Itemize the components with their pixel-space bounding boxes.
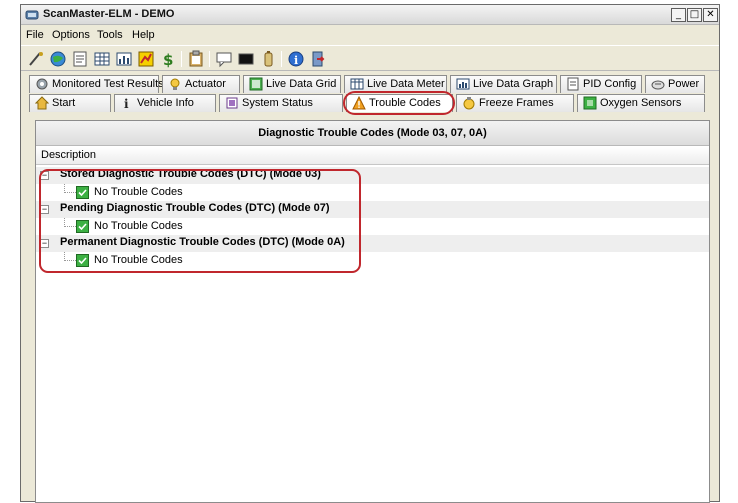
window-title: ScanMaster-ELM - DEMO	[43, 8, 175, 20]
battery-icon[interactable]	[259, 50, 277, 68]
info-icon: i	[124, 97, 129, 110]
home-icon	[35, 96, 49, 110]
tab-label: Live Data Graph	[473, 78, 554, 90]
toolbar-separator	[181, 51, 182, 67]
toolbar-separator	[209, 51, 210, 67]
gear-icon	[36, 78, 48, 90]
grid-icon	[249, 77, 263, 91]
menu-bar: File Options Tools Help	[21, 26, 719, 45]
app-window: ScanMaster-ELM - DEMO _ □ ✕ File Options…	[20, 4, 720, 503]
svg-text:$: $	[163, 51, 173, 68]
tab-freeze-frames[interactable]: Freeze Frames	[456, 94, 574, 112]
toolbar-separator	[281, 51, 282, 67]
tab-monitored-test-results[interactable]: Monitored Test Results	[29, 75, 164, 93]
close-button[interactable]: ✕	[703, 8, 718, 22]
tab-label: Power	[668, 78, 700, 90]
tab-label: Start	[52, 97, 76, 109]
meter-icon[interactable]	[115, 50, 133, 68]
trouble-codes-panel: Diagnostic Trouble Codes (Mode 03, 07, 0…	[35, 120, 710, 503]
meter-icon	[350, 78, 364, 90]
column-header-description[interactable]: Description	[36, 147, 709, 165]
tab-label: Actuator	[185, 78, 226, 90]
tab-label: Live Data Grid	[266, 78, 337, 90]
graph-icon	[456, 78, 470, 90]
chat-icon[interactable]	[215, 50, 233, 68]
tab-label: Oxygen Sensors	[600, 97, 682, 109]
tab-label: Monitored Test Results	[52, 78, 164, 90]
info-icon[interactable]: i	[287, 50, 305, 68]
annotation-highlight	[39, 169, 361, 273]
freeze-icon	[463, 97, 475, 110]
terminal-icon[interactable]	[237, 50, 255, 68]
tab-annotation-highlight	[343, 91, 455, 115]
tab-label: System Status	[242, 97, 313, 109]
chart-icon[interactable]	[137, 50, 155, 68]
tab-power[interactable]: Power	[645, 75, 705, 93]
grid-icon[interactable]	[93, 50, 111, 68]
exit-icon[interactable]	[309, 50, 327, 68]
tab-actuator[interactable]: Actuator	[162, 75, 240, 93]
sensor-icon	[583, 96, 597, 110]
tab-live-data-graph[interactable]: Live Data Graph	[450, 75, 557, 93]
tab-vehicle-info[interactable]: i Vehicle Info	[114, 94, 216, 112]
panel-header: Diagnostic Trouble Codes (Mode 03, 07, 0…	[36, 121, 709, 146]
tab-label: PID Config	[583, 78, 637, 90]
app-icon	[25, 10, 39, 20]
menu-options[interactable]: Options	[52, 29, 90, 41]
svg-text:i: i	[294, 54, 298, 67]
tab-label: Vehicle Info	[137, 97, 194, 109]
tab-start[interactable]: Start	[29, 94, 111, 112]
maximize-button[interactable]: □	[687, 8, 702, 22]
toolbar: $ i	[21, 45, 719, 71]
menu-file[interactable]: File	[26, 29, 44, 41]
minimize-button[interactable]: _	[671, 8, 686, 22]
tab-pid-config[interactable]: PID Config	[560, 75, 642, 93]
title-bar[interactable]: ScanMaster-ELM - DEMO _ □ ✕	[21, 5, 719, 25]
config-icon	[567, 77, 579, 91]
bulb-icon	[170, 78, 180, 90]
tab-system-status[interactable]: System Status	[219, 94, 343, 112]
globe-icon[interactable]	[49, 50, 67, 68]
connect-icon[interactable]	[27, 50, 45, 68]
clipboard-icon[interactable]	[187, 50, 205, 68]
tab-live-data-grid[interactable]: Live Data Grid	[243, 75, 341, 93]
report-icon[interactable]	[71, 50, 89, 68]
svg-text:i: i	[124, 97, 129, 110]
tab-label: Freeze Frames	[479, 97, 554, 109]
menu-tools[interactable]: Tools	[97, 29, 123, 41]
tab-oxygen-sensors[interactable]: Oxygen Sensors	[577, 94, 705, 112]
menu-help[interactable]: Help	[132, 29, 155, 41]
tab-label: Live Data Meter	[367, 78, 445, 90]
power-icon	[651, 80, 665, 90]
dollar-icon[interactable]: $	[159, 50, 177, 68]
status-icon	[226, 97, 238, 109]
